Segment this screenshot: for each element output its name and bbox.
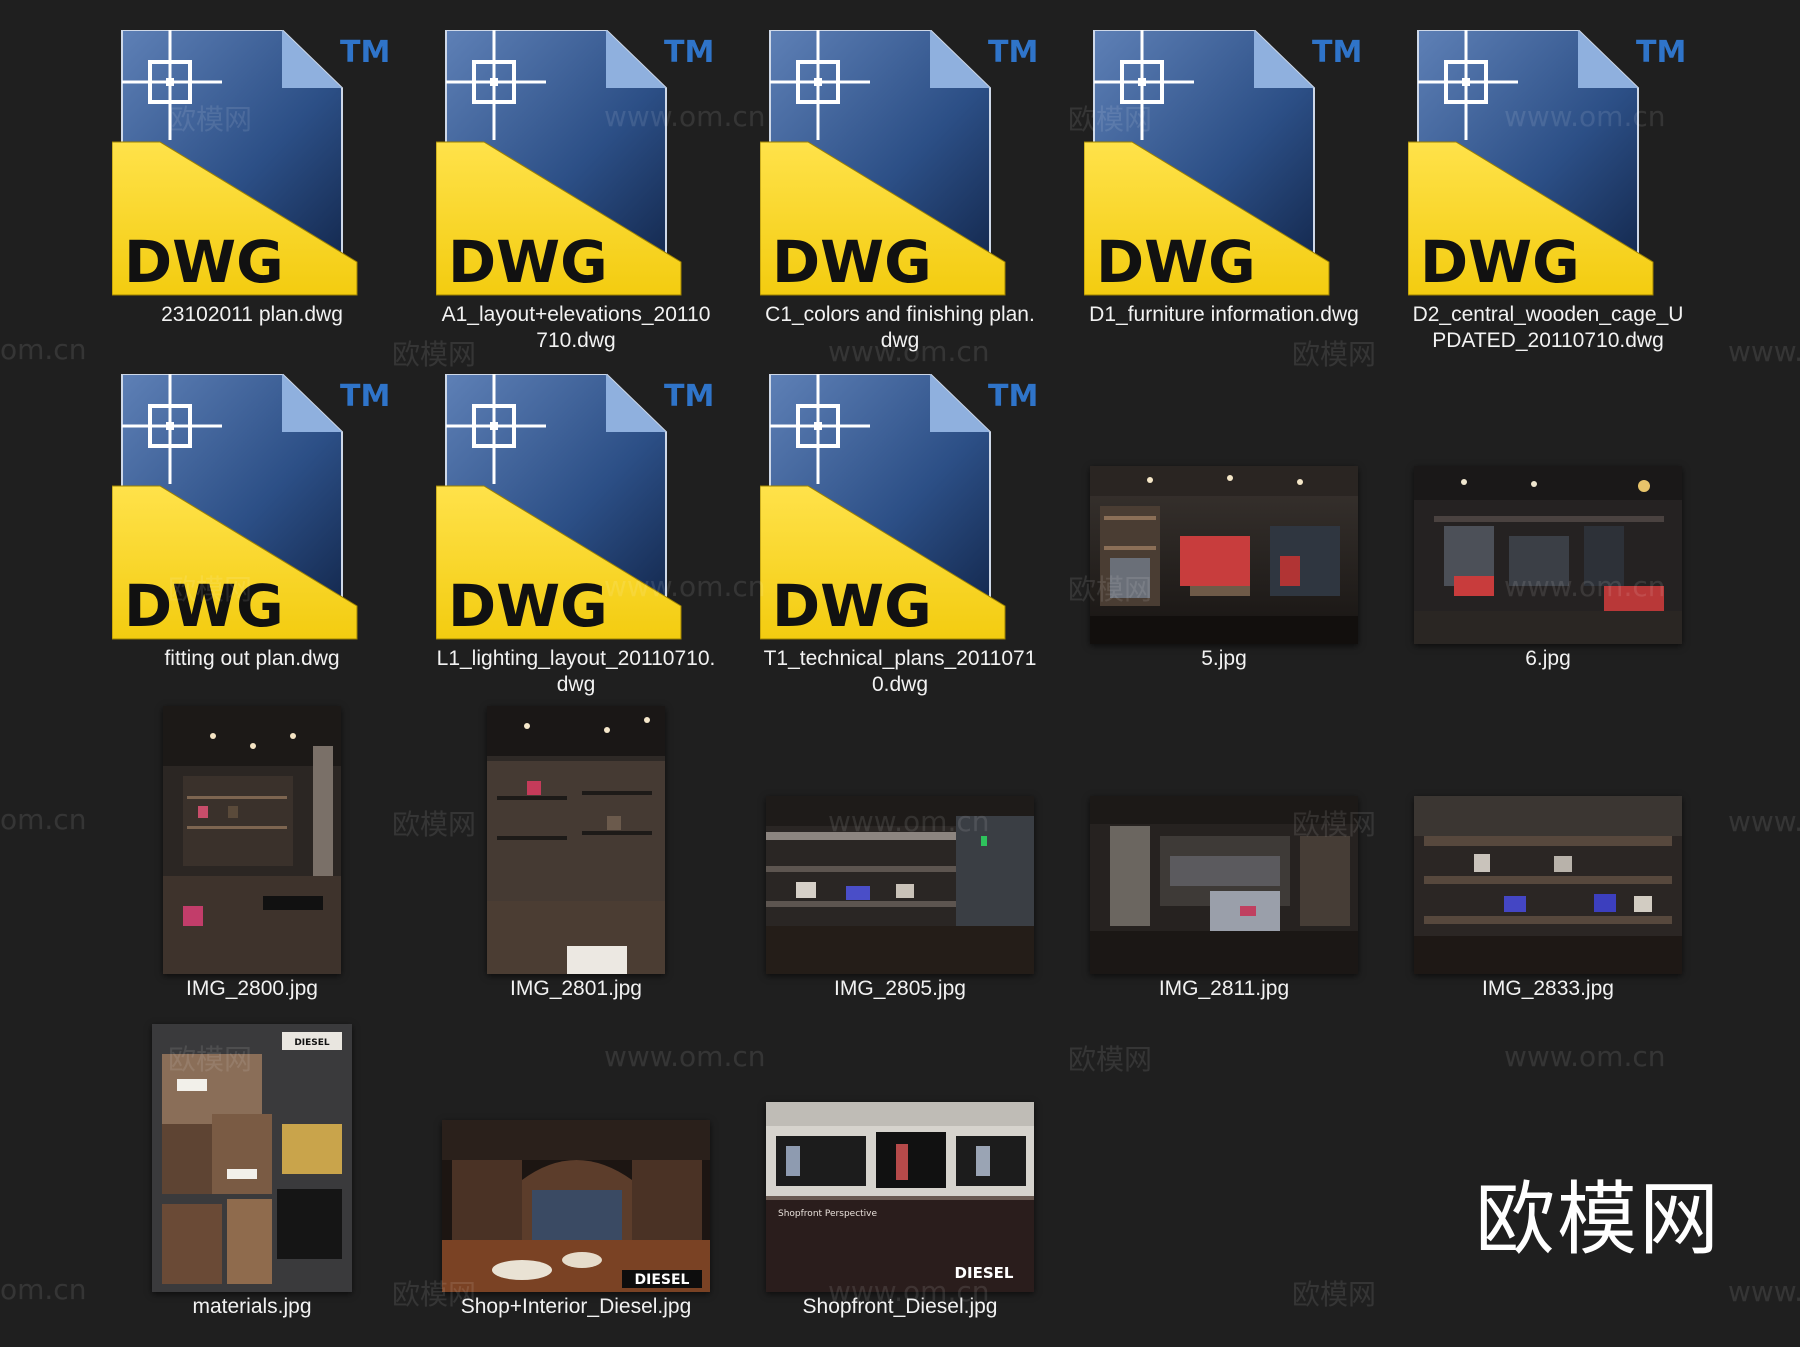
svg-text:TM: TM (1636, 35, 1686, 70)
file-item[interactable]: IMG_2801.jpg (436, 704, 716, 1002)
file-name: T1_technical_plans_20110710.dwg (763, 647, 1037, 696)
file-item[interactable]: DWG TM D1_furniture information.dwg (1084, 30, 1364, 328)
file-name: L1_lighting_layout_20110710.dwg (436, 647, 716, 696)
file-name: 5.jpg (1201, 647, 1247, 670)
svg-text:DWG: DWG (772, 228, 932, 296)
watermark-cn: 欧模网 (1292, 338, 1377, 371)
svg-text:DWG: DWG (1420, 228, 1580, 296)
watermark-cn: 欧模网 (1068, 1043, 1153, 1076)
svg-text:DWG: DWG (124, 572, 284, 640)
svg-text:TM: TM (664, 35, 714, 70)
svg-text:TM: TM (988, 35, 1038, 70)
file-name: IMG_2833.jpg (1482, 977, 1614, 1000)
svg-text:TM: TM (340, 379, 390, 414)
file-name: D2_central_wooden_cage_UPDATED_20110710.… (1412, 303, 1684, 352)
file-name: D1_furniture information.dwg (1089, 303, 1359, 326)
file-browser-grid: DWG TM 23102011 plan.dwg DWG TM A1_layout+… (0, 0, 1800, 1347)
site-logo-watermark: 欧模网 (1475, 1173, 1721, 1266)
file-name: IMG_2805.jpg (834, 977, 966, 1000)
diesel-brand-text: DIESEL (955, 1264, 1014, 1282)
file-item[interactable]: DIESEL Shop+Interior_Diesel.jpg (436, 1022, 716, 1320)
file-item[interactable]: IMG_2811.jpg (1084, 704, 1364, 1002)
svg-text:DWG: DWG (448, 228, 608, 296)
svg-text:TM: TM (988, 379, 1038, 414)
watermark-site: om.cn (0, 333, 87, 366)
file-item[interactable]: DIESEL materials.jpg (112, 1022, 392, 1320)
file-name: A1_layout+elevations_20110710.dwg (441, 303, 711, 352)
store-interior-photo (766, 796, 1034, 974)
file-name: 23102011 plan.dwg (161, 303, 343, 326)
dwg-file-icon: DWG TM (112, 30, 392, 300)
file-item[interactable]: DWG TM fitting out plan.dwg (112, 374, 392, 672)
file-name: 6.jpg (1525, 647, 1571, 670)
svg-text:TM: TM (1312, 35, 1362, 70)
svg-text:DWG: DWG (1096, 228, 1256, 296)
file-name: IMG_2800.jpg (186, 977, 318, 1000)
file-name: Shopfront_Diesel.jpg (802, 1295, 998, 1318)
dwg-file-icon: DWG TM (760, 374, 1040, 644)
dwg-file-icon: DWG TM (436, 374, 716, 644)
watermark-site: www. (1728, 1275, 1800, 1308)
file-item[interactable]: IMG_2800.jpg (112, 704, 392, 1002)
file-item[interactable]: IMG_2833.jpg (1408, 704, 1688, 1002)
store-interior-photo (1090, 466, 1358, 644)
watermark-cn: 欧模网 (1292, 1278, 1377, 1311)
shopfront-render-photo: Shopfront Perspective DIESEL (766, 1102, 1034, 1292)
file-item[interactable]: DWG TM L1_lighting_layout_20110710.dwg (436, 374, 716, 698)
file-item[interactable]: Shopfront Perspective DIESEL Shopfront_D… (760, 1022, 1040, 1320)
store-interior-photo (1414, 466, 1682, 644)
store-render-photo: DIESEL (442, 1120, 710, 1292)
svg-text:TM: TM (664, 379, 714, 414)
file-item[interactable]: DWG TM 23102011 plan.dwg (112, 30, 392, 328)
svg-text:DWG: DWG (124, 228, 284, 296)
file-name: IMG_2811.jpg (1158, 977, 1290, 1000)
diesel-brand-text: DIESEL (635, 1272, 690, 1288)
file-item[interactable]: DWG TM A1_layout+elevations_20110710.dwg (436, 30, 716, 354)
dwg-file-icon: DWG TM (1408, 30, 1688, 300)
file-item[interactable]: IMG_2805.jpg (760, 704, 1040, 1002)
watermark-site: om.cn (0, 1273, 87, 1306)
shopfront-caption: Shopfront Perspective (778, 1209, 877, 1219)
material-board-photo: DIESEL (152, 1024, 352, 1292)
svg-text:TM: TM (340, 35, 390, 70)
store-interior-photo (1090, 796, 1358, 974)
file-item[interactable]: DWG TM T1_technical_plans_20110710.dwg (760, 374, 1040, 698)
watermark-site: www. (1728, 805, 1800, 838)
watermark-site: www.om.cn (1504, 1040, 1666, 1073)
store-interior-photo (1414, 796, 1682, 974)
file-name: materials.jpg (192, 1295, 312, 1318)
store-interior-photo (487, 706, 665, 974)
svg-text:DWG: DWG (448, 572, 608, 640)
dwg-file-icon: DWG TM (1084, 30, 1364, 300)
file-name: fitting out plan.dwg (164, 647, 340, 670)
store-interior-photo (163, 706, 341, 974)
file-name: IMG_2801.jpg (510, 977, 642, 1000)
svg-text:DWG: DWG (772, 572, 932, 640)
diesel-brand-text: DIESEL (294, 1038, 330, 1048)
file-item[interactable]: 5.jpg (1084, 374, 1364, 672)
watermark-site: om.cn (0, 803, 87, 836)
watermark-site: www. (1728, 335, 1800, 368)
file-name: Shop+Interior_Diesel.jpg (460, 1295, 692, 1318)
file-item[interactable]: DWG TM C1_colors and finishing plan.dwg (760, 30, 1040, 354)
file-item[interactable]: 6.jpg (1408, 374, 1688, 672)
file-name: C1_colors and finishing plan.dwg (765, 303, 1035, 352)
dwg-file-icon: DWG TM (112, 374, 392, 644)
dwg-file-icon: DWG TM (436, 30, 716, 300)
file-item[interactable]: DWG TM D2_central_wooden_cage_UPDATED_201… (1408, 30, 1688, 354)
dwg-file-icon: DWG TM (760, 30, 1040, 300)
